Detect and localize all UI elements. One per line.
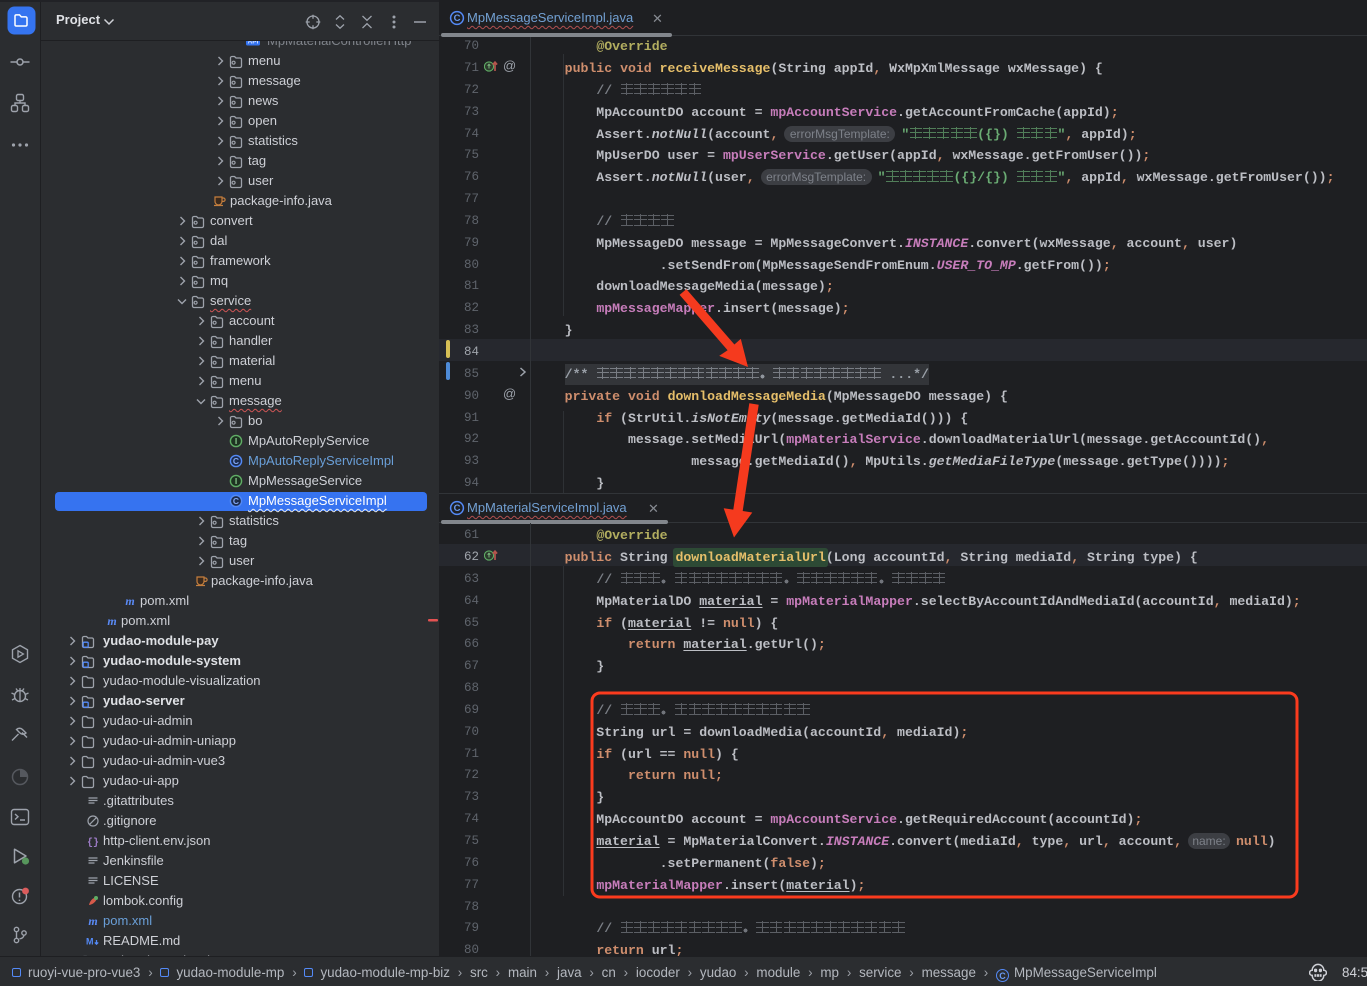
svg-text:API: API [248, 41, 259, 46]
svg-text:I: I [235, 476, 237, 486]
svg-text:C: C [233, 496, 239, 506]
svg-text:I: I [235, 436, 237, 446]
svg-text:m: m [125, 594, 134, 608]
svg-text:C: C [454, 503, 461, 514]
svg-text:M: M [86, 937, 94, 947]
svg-text:C: C [233, 456, 239, 466]
svg-text:C: C [454, 13, 461, 24]
svg-text:{}: {} [87, 837, 99, 848]
svg-text:m: m [88, 914, 97, 928]
svg-text:m: m [107, 614, 116, 628]
